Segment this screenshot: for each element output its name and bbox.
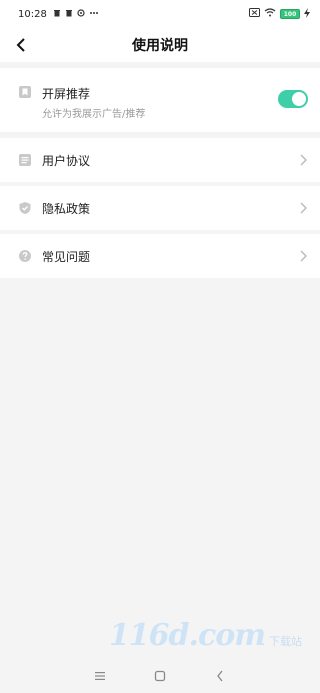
shield-icon [18, 201, 32, 215]
chevron-right-icon [300, 154, 308, 166]
watermark-logo: 116d.com 下载站 [109, 618, 302, 653]
trash-icon [65, 9, 73, 20]
sync-icon [77, 8, 85, 20]
menu-item-label: 用户协议 [42, 153, 91, 168]
bookmark-icon [18, 85, 32, 99]
status-bar: 10:28 100 [0, 0, 320, 28]
recommend-subtitle: 允许为我展示广告/推荐 [42, 109, 146, 120]
watermark-sub: 下载站 [269, 635, 302, 648]
menu-icon[interactable] [92, 668, 108, 684]
recommend-title: 开屏推荐 [42, 87, 91, 101]
sim-icon [249, 8, 260, 20]
chevron-right-icon [300, 202, 308, 214]
menu-item-faq[interactable]: 常见问题 [0, 234, 320, 278]
chevron-right-icon [300, 250, 308, 262]
wifi-icon [264, 8, 276, 20]
status-time: 10:28 [18, 8, 47, 20]
more-dots-icon [89, 9, 99, 20]
battery-icon: 100 [280, 9, 300, 19]
back-icon[interactable] [212, 668, 228, 684]
question-icon [18, 249, 32, 263]
chevron-left-icon [16, 38, 25, 52]
menu-item-label: 常见问题 [42, 249, 91, 264]
recommend-card: 开屏推荐 允许为我展示广告/推荐 [0, 68, 320, 132]
status-left: 10:28 [18, 9, 99, 20]
trash-icon [53, 9, 61, 20]
menu-item-label: 隐私政策 [42, 201, 91, 216]
menu-item-user-agreement[interactable]: 用户协议 [0, 138, 320, 182]
page-title: 使用说明 [132, 38, 188, 54]
menu-item-privacy-policy[interactable]: 隐私政策 [0, 186, 320, 230]
status-right: 100 [249, 7, 310, 21]
toggle-knob [292, 92, 306, 106]
recommend-toggle[interactable] [278, 90, 308, 108]
home-icon[interactable] [152, 668, 168, 684]
charging-icon [304, 7, 310, 21]
title-bar: 使用说明 [0, 28, 320, 62]
system-nav-bar [0, 658, 320, 693]
watermark-brand: 116d.com [108, 618, 266, 653]
document-icon [18, 153, 32, 167]
back-button[interactable] [10, 34, 32, 56]
